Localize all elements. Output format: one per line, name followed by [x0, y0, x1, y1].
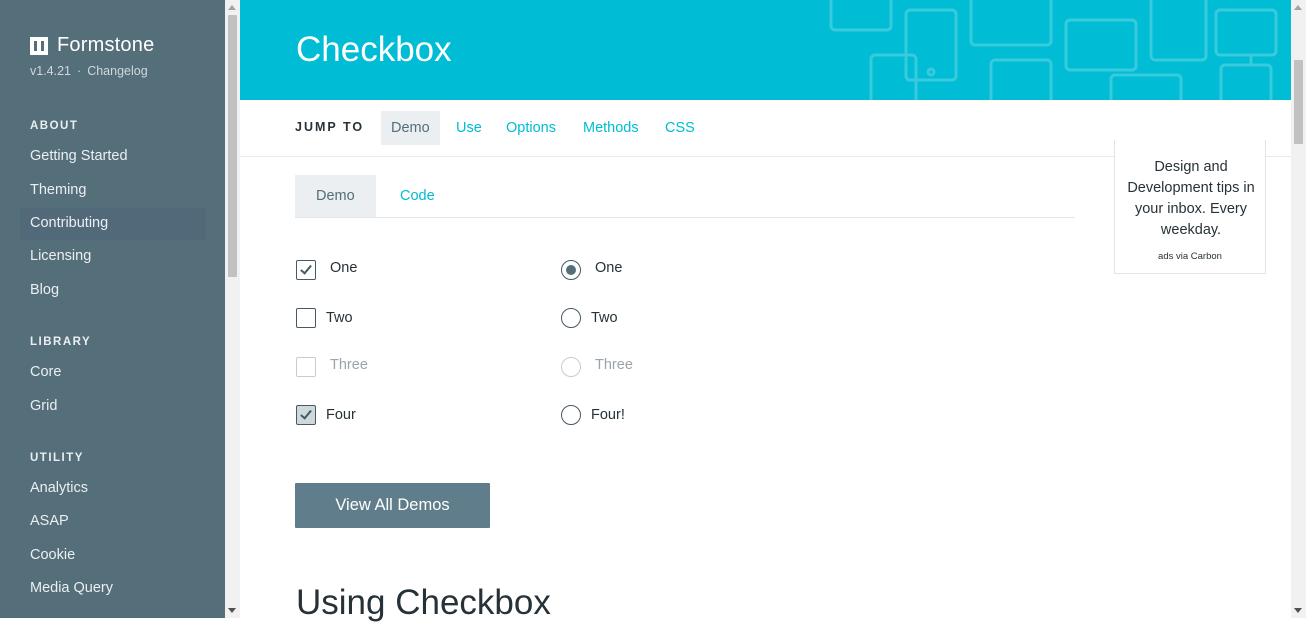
- jump-link-methods[interactable]: Methods: [573, 111, 649, 145]
- view-all-demos-button[interactable]: View All Demos: [295, 483, 490, 528]
- jump-link-css[interactable]: CSS: [655, 111, 705, 145]
- sidebar-item-cookie[interactable]: Cookie: [30, 547, 75, 563]
- sidebar-item-media-query[interactable]: Media Query: [30, 580, 113, 596]
- radio-two[interactable]: [561, 308, 581, 328]
- scroll-up-arrow-icon[interactable]: [1294, 5, 1302, 10]
- sidebar-item-licensing[interactable]: Licensing: [30, 248, 91, 264]
- radio-four-label[interactable]: Four!: [591, 407, 625, 423]
- ad-via-link[interactable]: ads via Carbon: [1115, 251, 1265, 262]
- checkbox-four[interactable]: [296, 405, 316, 425]
- tab-code[interactable]: Code: [379, 175, 456, 217]
- radio-three-label: Three: [595, 357, 633, 373]
- main-scrollbar[interactable]: [1291, 0, 1306, 618]
- checkbox-two-label[interactable]: Two: [326, 310, 353, 326]
- jump-link-options[interactable]: Options: [496, 111, 566, 145]
- radio-three: [561, 357, 581, 377]
- brand-name: Formstone: [57, 34, 155, 56]
- checkbox-one[interactable]: [296, 260, 316, 280]
- formstone-logo-icon: [30, 36, 48, 55]
- checkbox-four-label[interactable]: Four: [326, 407, 356, 423]
- checkbox-one-label[interactable]: One: [330, 260, 357, 276]
- sidebar-scrollbar-thumb[interactable]: [228, 15, 237, 277]
- page-title: Checkbox: [296, 30, 452, 69]
- scroll-down-arrow-icon[interactable]: [228, 608, 236, 613]
- nav-heading-about: ABOUT: [30, 120, 79, 132]
- jump-link-demo[interactable]: Demo: [381, 111, 440, 145]
- sidebar: Formstone v1.4.21 · Changelog ABOUT Gettin…: [0, 0, 225, 618]
- sidebar-item-core[interactable]: Core: [30, 364, 61, 380]
- sidebar-item-analytics[interactable]: Analytics: [30, 480, 88, 496]
- checkbox-three: [296, 357, 316, 377]
- checkbox-two[interactable]: [296, 308, 316, 328]
- scroll-up-arrow-icon[interactable]: [228, 5, 236, 10]
- radio-two-label[interactable]: Two: [591, 310, 618, 326]
- radio-one[interactable]: [561, 260, 581, 280]
- brand[interactable]: Formstone: [30, 34, 154, 57]
- jump-link-use[interactable]: Use: [446, 111, 492, 145]
- sidebar-item-getting-started[interactable]: Getting Started: [30, 148, 128, 164]
- section-heading: Using Checkbox: [296, 583, 551, 622]
- header-pattern: [829, 0, 1278, 100]
- sidebar-item-grid[interactable]: Grid: [30, 398, 57, 414]
- sidebar-item-contributing[interactable]: Contributing: [30, 215, 108, 231]
- main-scrollbar-thumb[interactable]: [1294, 60, 1303, 144]
- sidebar-item-theming[interactable]: Theming: [30, 182, 86, 198]
- tab-demo[interactable]: Demo: [295, 175, 376, 217]
- version-text: v1.4.21: [30, 64, 72, 78]
- version-row: v1.4.21 · Changelog: [30, 64, 148, 78]
- carbon-ad[interactable]: Design and Development tips in your inbo…: [1114, 140, 1266, 274]
- radio-four[interactable]: [561, 405, 581, 425]
- scroll-down-arrow-icon[interactable]: [1294, 608, 1302, 613]
- sidebar-scrollbar[interactable]: [225, 0, 240, 618]
- checkmark-icon: [300, 262, 312, 275]
- checkmark-icon: [300, 407, 312, 420]
- nav-heading-utility: UTILITY: [30, 452, 84, 464]
- sidebar-item-asap[interactable]: ASAP: [30, 513, 69, 529]
- changelog-link[interactable]: Changelog: [87, 64, 147, 78]
- ad-text[interactable]: Design and Development tips in your inbo…: [1121, 157, 1261, 241]
- jump-to-label: JUMP TO: [295, 120, 365, 134]
- version-separator: ·: [77, 64, 82, 78]
- sidebar-item-blog[interactable]: Blog: [30, 282, 59, 298]
- checkbox-three-label: Three: [330, 357, 368, 373]
- demo-tabs: Demo Code: [295, 175, 1075, 218]
- radio-dot-icon: [566, 265, 576, 275]
- radio-one-label[interactable]: One: [595, 260, 622, 276]
- page-header: Checkbox: [240, 0, 1291, 100]
- nav-heading-library: LIBRARY: [30, 336, 92, 348]
